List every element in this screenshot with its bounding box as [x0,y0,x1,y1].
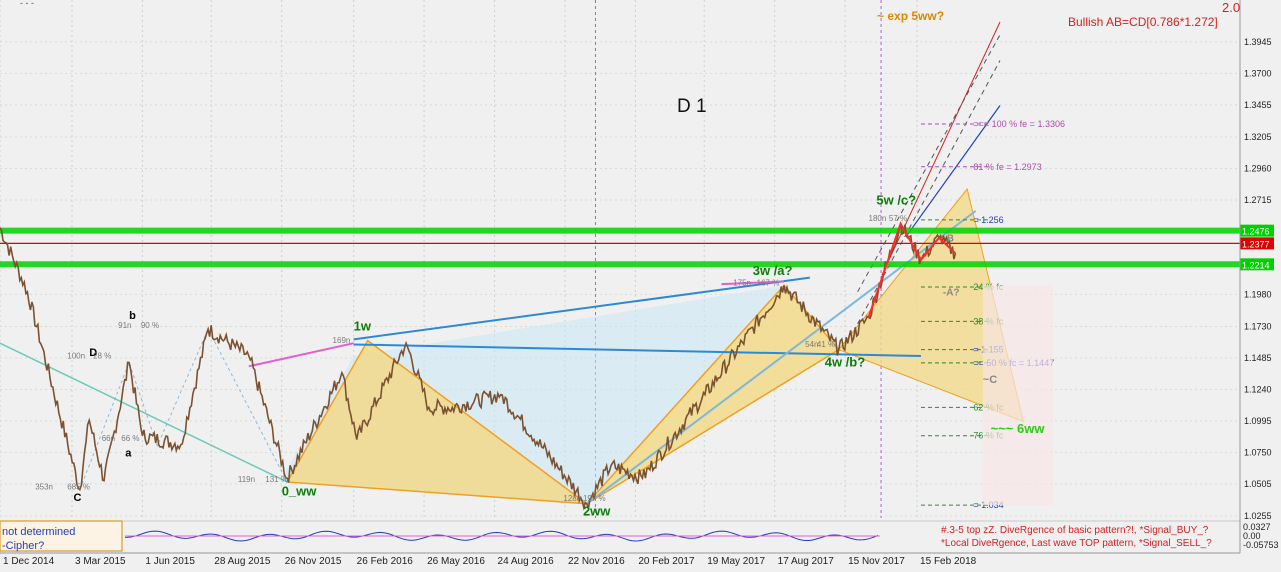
small-annotation: 57 % [889,214,907,223]
wave-label: -A? [943,288,960,299]
fib-label: = 1.256 [973,215,1003,225]
fib-label: 81 % fe = 1.2973 [973,162,1041,172]
indicator-left-label-2: -Cipher? [2,540,44,552]
wave-label: 1w [354,318,372,333]
y-tick-label: 1.1485 [1244,353,1272,363]
x-tick-label: 20 Feb 2017 [638,556,695,567]
x-tick-label: 3 Mar 2015 [75,556,126,567]
y-tick-label: 1.2715 [1244,195,1272,205]
x-tick-label: 22 Nov 2016 [568,556,625,567]
small-annotation: 197 % [583,494,606,503]
y-tick-label: 1.3700 [1244,68,1272,78]
x-tick-label: 24 Aug 2016 [498,556,555,567]
abcd-annotation: Bullish AB=CD[0.786*1.272] [1068,15,1218,29]
small-annotation: 90 % [141,321,159,330]
y-tick-label: 1.0255 [1244,511,1272,521]
projection-zone [982,285,1053,506]
small-annotation: 91n [118,321,131,330]
indicator-left-label-1: not determined [2,526,75,538]
small-annotation: 100n [67,352,85,361]
indicator-panel: not determined -Cipher? #.3-5 top zZ. Di… [0,520,1279,554]
wave-label: 4w /b? [825,354,866,369]
small-annotation: 131 % [265,475,288,484]
y-tick-label: 1.1980 [1244,289,1272,299]
x-tick-label: 15 Nov 2017 [848,556,905,567]
x-tick-label: 19 May 2017 [707,556,765,567]
small-annotation: 41 % [817,340,835,349]
x-tick-label: 1 Dec 2014 [3,556,55,567]
x-tick-label: 28 Aug 2015 [214,556,271,567]
x-tick-label: 17 Aug 2017 [778,556,835,567]
y-tick-label: 1.0505 [1244,479,1272,489]
indicator-note-2: *Local DiveRgence, Last wave TOP pattern… [941,538,1212,549]
price-chart: 1.2476 1.2377 1.2214 === 100 % fe = 1.3306… [0,0,1281,572]
small-annotation: 128n [563,494,581,503]
y-tick-label: 1.1730 [1244,321,1272,331]
wave-label: C [74,492,82,504]
x-tick-label: 26 Feb 2016 [357,556,414,567]
indicator-value-bottom: -0.05753 [1243,540,1279,550]
fib-label: === 100 % fe = 1.3306 [973,119,1065,129]
small-annotation: 353n [35,483,53,492]
top-corner-marker: - - - [20,0,34,8]
small-annotation: 169n [333,336,351,345]
wave-label: 3w /a? [753,263,793,278]
x-tick-label: 1 Jun 2015 [145,556,195,567]
small-annotation: 119n [238,475,255,484]
wave-label: 0_ww [282,483,318,498]
x-tick-label: 15 Feb 2018 [920,556,977,567]
small-annotation: 66 % [121,434,139,443]
price-line-label: 1.2214 [1242,260,1270,270]
small-annotation: 175n [733,278,751,287]
y-tick-label: 1.3205 [1244,132,1272,142]
small-annotation: 685 % [67,483,90,492]
wave-label: 2ww [583,503,611,518]
y-tick-label: 1.3945 [1244,37,1272,47]
x-tick-label: 26 May 2016 [427,556,485,567]
small-annotation: 66n [102,434,115,443]
wave-label: 5w /c? [876,192,916,207]
wave-label: a [125,447,132,459]
exp-annotation: ~ exp 5ww? [877,9,944,23]
chart-background [0,0,1281,572]
y-tick-label: 1.1240 [1244,384,1272,394]
y-tick-label: 1.0750 [1244,447,1272,457]
price-line-label: 1.2476 [1242,227,1270,237]
indicator-note-1: #.3-5 top zZ. DiveRgence of basic patter… [941,525,1209,536]
price-line-label: 1.2377 [1242,239,1270,249]
timeframe-label: D 1 [677,96,707,117]
x-tick-label: 26 Nov 2015 [285,556,342,567]
wave-label: B [947,234,954,245]
top-right-label: 2.0 [1222,0,1240,15]
y-tick-label: 1.0995 [1244,416,1272,426]
small-annotation: 28 % [93,352,111,361]
small-annotation: 180n [869,214,887,223]
y-tick-label: 1.3455 [1244,100,1272,110]
wave-label: ~C [983,374,997,386]
wave-label: ~~~ 6ww [991,421,1046,436]
small-annotation: 167 % [757,278,780,287]
y-tick-label: 1.2960 [1244,163,1272,173]
